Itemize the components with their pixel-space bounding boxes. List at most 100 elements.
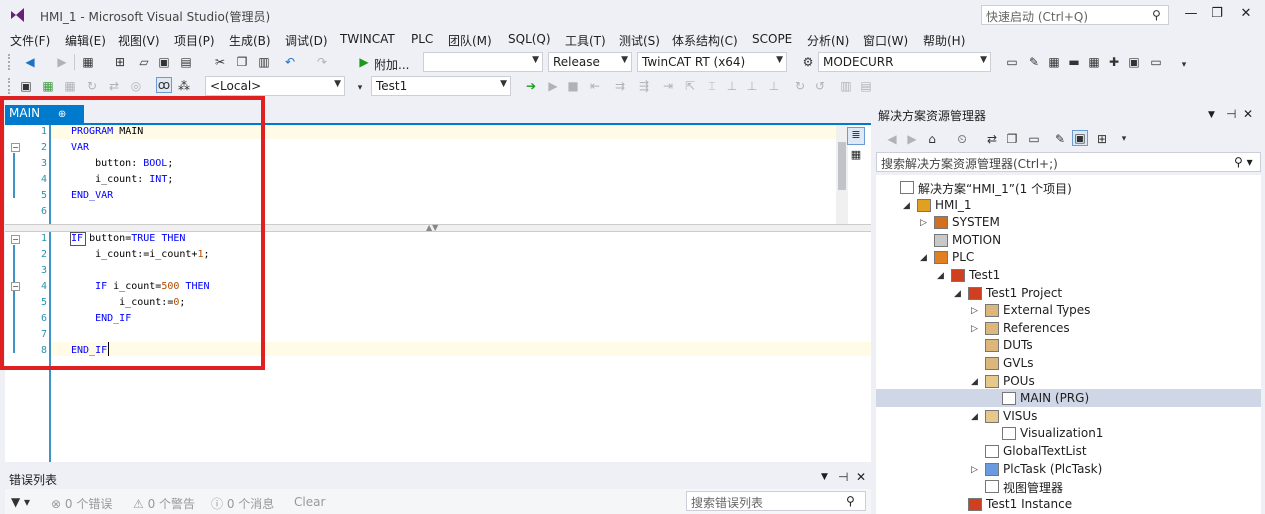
local-dropdown[interactable]: <Local> ▼ bbox=[205, 76, 345, 96]
redo-icon[interactable]: ↷ bbox=[314, 54, 330, 70]
online-change-icon[interactable]: ▤ bbox=[858, 78, 874, 94]
toolbar-grip[interactable] bbox=[8, 78, 12, 94]
tree-item-label[interactable]: 视图管理器 bbox=[1003, 479, 1063, 496]
toolbar-overflow-icon[interactable]: ▾ bbox=[1116, 131, 1132, 147]
new-project-icon[interactable]: ▦ bbox=[80, 54, 96, 70]
tree-item-label[interactable]: DUTs bbox=[1003, 338, 1033, 352]
class-view-icon[interactable]: ⊞ bbox=[1094, 131, 1110, 147]
attach-button[interactable]: 附加... bbox=[374, 56, 409, 73]
expand-arrow-icon[interactable]: ▷ bbox=[971, 465, 978, 475]
tree-item-label[interactable]: External Types bbox=[1003, 303, 1090, 317]
back-icon[interactable]: ◀ bbox=[884, 131, 900, 147]
panel-dropdown-icon[interactable]: ▼ bbox=[1208, 110, 1215, 120]
panel-dropdown-icon[interactable]: ▼ bbox=[821, 472, 828, 482]
step-over-icon[interactable]: ⇶ bbox=[636, 78, 652, 94]
run-icon[interactable]: ▶ bbox=[545, 78, 561, 94]
menu-item[interactable]: SCOPE bbox=[752, 32, 792, 46]
minimize-button[interactable]: — bbox=[1179, 4, 1203, 24]
breakpoint-icon[interactable]: ⁂ bbox=[176, 78, 192, 94]
close-button[interactable]: ✕ bbox=[1234, 4, 1258, 24]
menu-item[interactable]: 视图(V) bbox=[118, 32, 160, 49]
collapse-arrow-icon[interactable]: ◢ bbox=[937, 271, 944, 281]
menu-item[interactable]: 体系结构(C) bbox=[672, 32, 738, 49]
toolbar-grip[interactable] bbox=[8, 54, 12, 70]
panel-close-icon[interactable]: ✕ bbox=[856, 470, 866, 484]
start-icon[interactable]: ▶ bbox=[356, 54, 372, 70]
platform-dropdown[interactable]: TwinCAT RT (x64) ▼ bbox=[637, 52, 787, 72]
menu-item[interactable]: TWINCAT bbox=[340, 32, 395, 46]
plc-reset-icon[interactable]: ◎ bbox=[128, 78, 144, 94]
forward-icon[interactable]: ▶ bbox=[904, 131, 920, 147]
cycle-reset-icon[interactable]: ↺ bbox=[812, 78, 828, 94]
wrench-icon[interactable]: ✎ bbox=[1026, 54, 1042, 70]
messages-filter-button[interactable]: ⓘ 0 个消息 bbox=[211, 495, 274, 512]
tree-item-label[interactable]: VISUs bbox=[1003, 409, 1037, 423]
panel-close-icon[interactable]: ✕ bbox=[1243, 107, 1253, 121]
cycle-icon[interactable]: ↻ bbox=[792, 78, 808, 94]
search-icon[interactable]: ⚲ ▾ bbox=[1234, 155, 1253, 169]
collapse-all-icon[interactable]: ❐ bbox=[1004, 131, 1020, 147]
solution-configurations-dropdown[interactable]: ▼ bbox=[423, 52, 543, 72]
device-icon[interactable]: ▣ bbox=[1126, 54, 1142, 70]
error-list-search[interactable]: 搜索错误列表 bbox=[686, 491, 866, 511]
save-icon[interactable]: ▣ bbox=[156, 54, 172, 70]
pin-icon[interactable]: ⊣ bbox=[1226, 107, 1236, 121]
paste-icon[interactable]: ▥ bbox=[256, 54, 272, 70]
menu-item[interactable]: 分析(N) bbox=[807, 32, 849, 49]
menu-item[interactable]: SQL(Q) bbox=[508, 32, 551, 46]
sync-icon[interactable]: ⇄ bbox=[984, 131, 1000, 147]
tree-item-label[interactable]: Visualization1 bbox=[1020, 426, 1103, 440]
plc-login-icon[interactable]: ▣ bbox=[18, 78, 34, 94]
step-into-icon[interactable]: ⇥ bbox=[660, 78, 676, 94]
search-icon[interactable]: ⚲ bbox=[1152, 8, 1161, 22]
tree-item-label[interactable]: Test1 Project bbox=[986, 286, 1062, 300]
splitter-arrows-icon[interactable]: ▲▼ bbox=[426, 223, 438, 232]
menu-item[interactable]: PLC bbox=[411, 32, 433, 46]
plc-refresh-icon[interactable]: ↻ bbox=[84, 78, 100, 94]
pin-icon[interactable]: ⊣ bbox=[838, 470, 848, 484]
menu-item[interactable]: 调试(D) bbox=[285, 32, 328, 49]
step-out-icon[interactable]: ⇱ bbox=[682, 78, 698, 94]
home-icon[interactable]: ⌂ bbox=[924, 131, 940, 147]
configuration-dropdown[interactable]: Release ▼ bbox=[548, 52, 632, 72]
menu-item[interactable]: 窗口(W) bbox=[863, 32, 908, 49]
show-all-files-icon[interactable]: ▭ bbox=[1026, 131, 1042, 147]
unforce-icon[interactable]: ⊥ bbox=[766, 78, 782, 94]
expand-arrow-icon[interactable]: ▷ bbox=[971, 324, 978, 334]
clear-button[interactable]: Clear bbox=[294, 495, 325, 509]
declaration-table-icon[interactable]: ▦ bbox=[847, 148, 865, 166]
grid-icon[interactable]: ▦ bbox=[1086, 54, 1102, 70]
plc-compare-icon[interactable]: ⇄ bbox=[106, 78, 122, 94]
collapse-arrow-icon[interactable]: ◢ bbox=[920, 253, 927, 263]
toolbar-overflow-icon[interactable]: ▾ bbox=[352, 80, 368, 96]
login-arrow-icon[interactable]: ➔ bbox=[523, 78, 539, 94]
scrollbar-thumb[interactable] bbox=[838, 142, 846, 190]
search-icon[interactable]: ⚲ bbox=[846, 494, 855, 508]
menu-item[interactable]: 编辑(E) bbox=[65, 32, 106, 49]
step-icon[interactable]: ⇉ bbox=[612, 78, 628, 94]
menu-item[interactable]: 团队(M) bbox=[448, 32, 492, 49]
undo-icon[interactable]: ↶ bbox=[282, 54, 298, 70]
target-browser-icon[interactable]: ⚙ bbox=[800, 54, 816, 70]
tree-item-label[interactable]: GlobalTextList bbox=[1003, 444, 1087, 458]
tree-item-label[interactable]: References bbox=[1003, 321, 1070, 335]
console-icon[interactable]: ▭ bbox=[1148, 54, 1164, 70]
tree-item-label[interactable]: Test1 Instance bbox=[986, 497, 1072, 511]
config-mode-icon[interactable]: ▦ bbox=[1046, 54, 1062, 70]
open-file-icon[interactable]: ▱ bbox=[136, 54, 152, 70]
write-values-icon[interactable]: ⊥ bbox=[724, 78, 740, 94]
menu-item[interactable]: 生成(B) bbox=[229, 32, 271, 49]
back-icon[interactable]: ◀ bbox=[22, 54, 38, 70]
preview-icon[interactable]: ▣ bbox=[1072, 130, 1088, 146]
tree-item-label[interactable]: PlcTask (PlcTask) bbox=[1003, 462, 1102, 476]
collapse-arrow-icon[interactable]: ◢ bbox=[971, 412, 978, 422]
menu-item[interactable]: 工具(T) bbox=[565, 32, 606, 49]
menu-item[interactable]: 项目(P) bbox=[174, 32, 215, 49]
tree-item-label[interactable]: MOTION bbox=[952, 233, 1001, 247]
collapse-arrow-icon[interactable]: ◢ bbox=[903, 201, 910, 211]
save-all-icon[interactable]: ▤ bbox=[178, 54, 194, 70]
cut-icon[interactable]: ✂ bbox=[212, 54, 228, 70]
twincat-activate-icon[interactable]: ▭ bbox=[1004, 54, 1020, 70]
warnings-filter-button[interactable]: ⚠ 0 个警告 bbox=[133, 495, 195, 512]
tree-item-label[interactable]: 解决方案“HMI_1”(1 个项目) bbox=[918, 180, 1072, 197]
